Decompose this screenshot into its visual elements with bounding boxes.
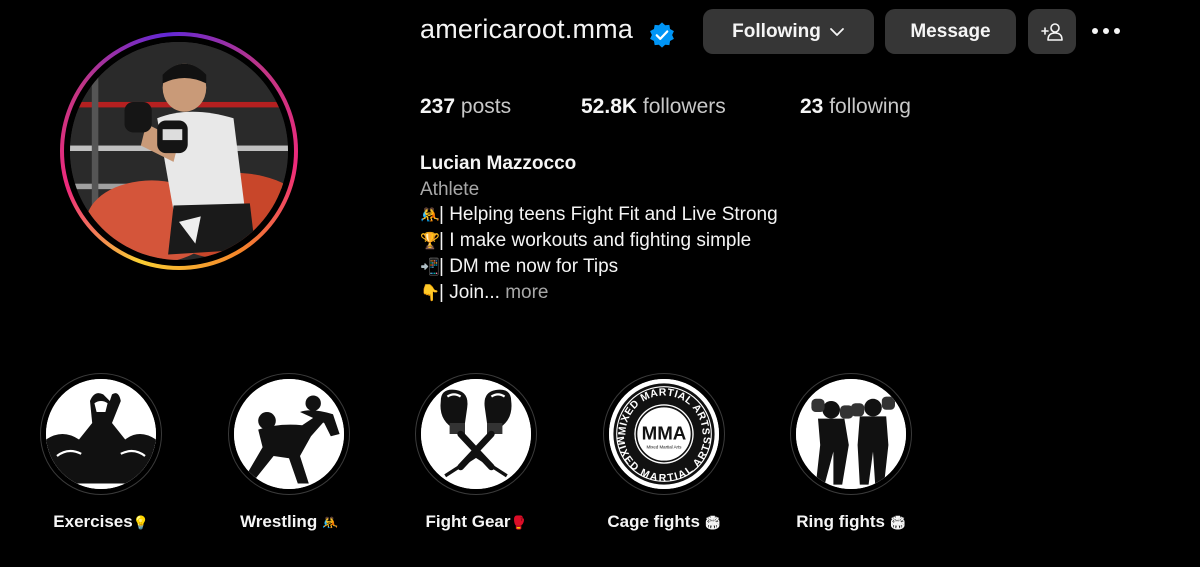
dot	[1103, 28, 1109, 34]
highlight-label-text: Wrestling	[240, 512, 322, 531]
message-button-label: Message	[910, 20, 991, 42]
phone-emoji-icon: 📲	[420, 256, 440, 276]
wrestlers-emoji-icon: 🤼	[420, 205, 440, 225]
highlight-cover	[46, 379, 156, 489]
highlight-ring	[790, 373, 912, 495]
highlight-cover	[234, 379, 344, 489]
highlight-ring	[228, 373, 350, 495]
highlight-cover	[796, 379, 906, 489]
stadium-emoji-icon: 🏟	[704, 516, 722, 531]
bio-line: 👇| Join... more	[420, 280, 778, 306]
avatar-photo	[70, 42, 288, 260]
highlight-label: Ring fights 🏟	[788, 512, 914, 532]
highlight-fight-gear[interactable]: Fight Gear🥊	[413, 373, 539, 532]
highlight-label-text: Cage fights	[607, 512, 705, 531]
wrestlers-icon	[234, 379, 344, 489]
badge-center-text: MMA	[642, 423, 687, 444]
badge-sub-text: Mixed Martial Arts	[647, 444, 683, 449]
suggested-accounts-button[interactable]	[1028, 9, 1076, 54]
boxers-icon	[796, 379, 906, 489]
followers-label: followers	[642, 95, 726, 118]
following-count: 23	[800, 95, 824, 118]
bio-line: 🤼| Helping teens Fight Fit and Live Stro…	[420, 202, 778, 228]
wrestlers-emoji-icon: 🤼	[321, 516, 339, 531]
following-button-label: Following	[732, 20, 821, 42]
bio-line-text: | Join...	[439, 281, 500, 303]
highlight-label: Wrestling 🤼	[226, 512, 352, 532]
profile-avatar-ring[interactable]	[60, 32, 298, 270]
dot	[1114, 28, 1120, 34]
bio-more-link[interactable]: more	[505, 282, 548, 303]
highlight-label: Fight Gear🥊	[413, 512, 539, 532]
stadium-emoji-icon: 🏟	[889, 516, 907, 531]
posts-label: posts	[460, 95, 512, 118]
profile-full-name: Lucian Mazzocco	[420, 153, 577, 174]
followers-count: 52.8K	[581, 95, 638, 118]
profile-username: americaroot.mma	[420, 14, 634, 44]
highlight-wrestling[interactable]: Wrestling 🤼	[226, 373, 352, 532]
highlight-label: Cage fights 🏟	[601, 512, 727, 532]
stat-followers[interactable]: 52.8K followers	[581, 95, 726, 119]
bio-line: 🏆| I make workouts and fighting simple	[420, 228, 778, 254]
avatar-gap	[64, 36, 294, 266]
highlight-cover: MIXED MARTIAL ARTS MIXED MARTIAL ARTS MM…	[609, 379, 719, 489]
bio-line-text: | DM me now for Tips	[439, 255, 619, 277]
boxing-glove-emoji-icon: 🥊	[510, 516, 527, 531]
highlight-ring-fights[interactable]: Ring fights 🏟	[788, 373, 914, 532]
avatar[interactable]	[70, 42, 288, 260]
profile-bio: Lucian Mazzocco Athlete 🤼| Helping teens…	[420, 151, 778, 305]
trophy-emoji-icon: 🏆	[420, 231, 440, 251]
message-button[interactable]: Message	[885, 9, 1016, 54]
highlight-ring	[415, 373, 537, 495]
highlight-ring: MIXED MARTIAL ARTS MIXED MARTIAL ARTS MM…	[603, 373, 725, 495]
more-options-icon[interactable]	[1092, 22, 1128, 40]
dot	[1092, 28, 1098, 34]
following-label: following	[829, 95, 911, 118]
chevron-down-icon	[829, 27, 844, 36]
highlight-label-text: Exercises	[53, 512, 133, 531]
verified-badge-icon	[650, 22, 674, 48]
add-person-icon	[1041, 22, 1063, 41]
bio-line-text: | Helping teens Fight Fit and Live Stron…	[439, 204, 778, 226]
highlight-cage-fights[interactable]: MIXED MARTIAL ARTS MIXED MARTIAL ARTS MM…	[601, 373, 727, 532]
highlight-ring	[40, 373, 162, 495]
stat-following[interactable]: 23 following	[800, 95, 911, 119]
stat-posts: 237 posts	[420, 95, 511, 119]
highlight-label: Exercises💡	[38, 512, 164, 532]
bio-line: 📲| DM me now for Tips	[420, 254, 778, 280]
following-button[interactable]: Following	[703, 9, 874, 54]
highlight-label-text: Fight Gear	[425, 512, 511, 531]
posts-count: 237	[420, 95, 456, 118]
bio-line-text: | I make workouts and fighting simple	[439, 230, 752, 252]
highlight-cover	[421, 379, 531, 489]
boxing-gloves-icon	[421, 379, 531, 489]
highlight-label-text: Ring fights	[796, 512, 890, 531]
arm-wrestling-icon	[46, 379, 156, 489]
pointing-down-emoji-icon: 👇	[420, 282, 440, 302]
highlight-exercises[interactable]: Exercises💡	[38, 373, 164, 532]
mma-badge-icon: MIXED MARTIAL ARTS MIXED MARTIAL ARTS MM…	[609, 379, 719, 489]
profile-category: Athlete	[420, 178, 480, 200]
lightbulb-emoji-icon: 💡	[132, 516, 149, 531]
